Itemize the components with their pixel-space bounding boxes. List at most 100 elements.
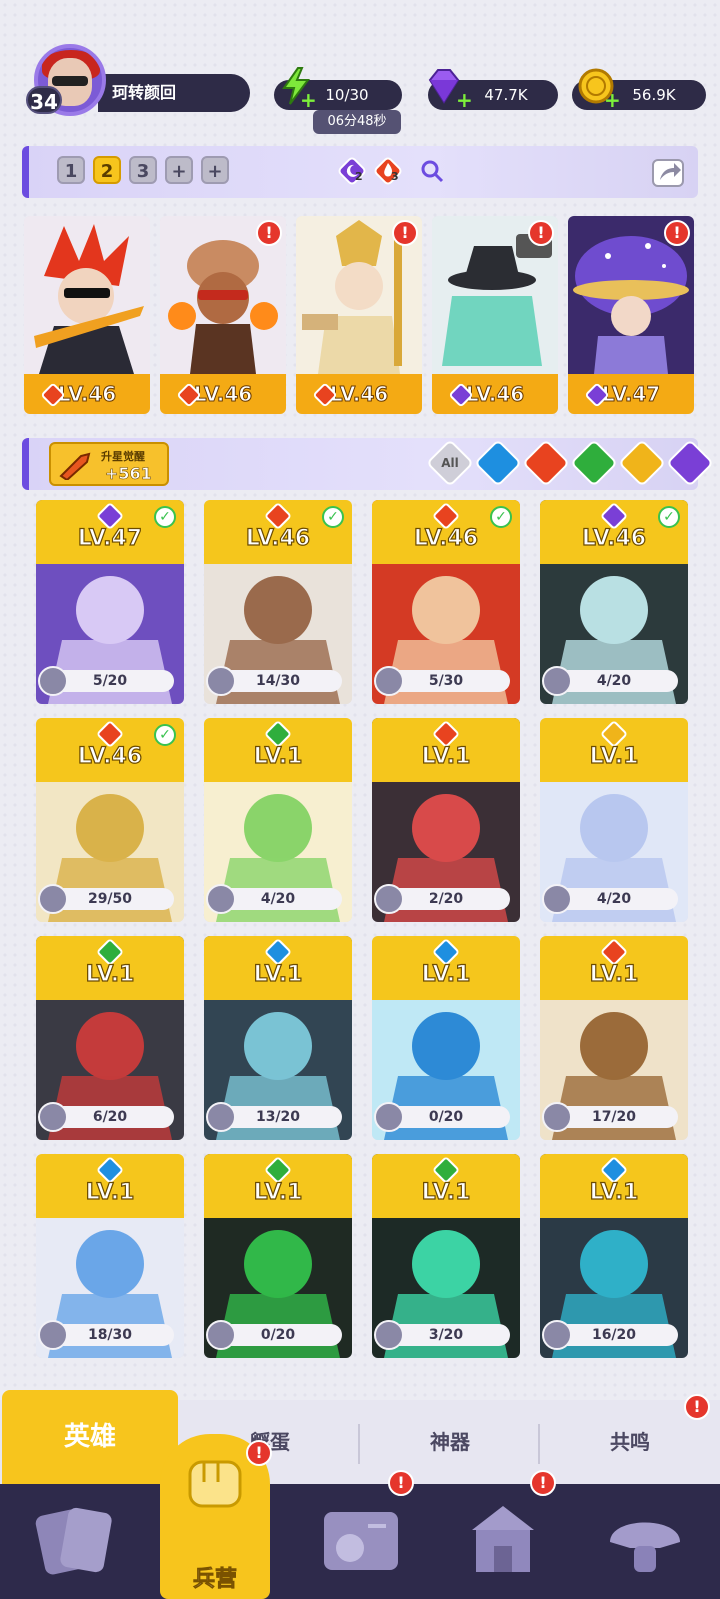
shard-icon <box>38 1102 68 1132</box>
hero-level: LV.1 <box>589 961 639 987</box>
shard-icon <box>206 666 236 696</box>
check-icon: ✓ <box>154 506 176 528</box>
mushroom-icon[interactable] <box>600 1496 690 1586</box>
hero-card[interactable]: LV.1 0/20 <box>372 936 520 1140</box>
team-slot-1[interactable]: 1 <box>57 156 85 184</box>
filter-light-icon[interactable] <box>617 438 667 488</box>
hero-card[interactable]: LV.46 5/30 ✓ <box>372 500 520 704</box>
hero-card[interactable]: LV.46 29/50 ✓ <box>36 718 184 922</box>
fist-icon <box>188 1460 242 1508</box>
team-hero-5[interactable]: ! LV.47 <box>568 216 694 414</box>
hero-card[interactable]: LV.47 5/20 ✓ <box>36 500 184 704</box>
share-icon[interactable] <box>650 154 686 190</box>
hero-level: LV.1 <box>253 1179 303 1205</box>
check-icon: ✓ <box>658 506 680 528</box>
shard-icon <box>206 884 236 914</box>
hero-level: LV.1 <box>421 743 471 769</box>
team-slot-add-2[interactable]: + <box>201 156 229 184</box>
hero-level: LV.46 <box>581 525 647 551</box>
hero-card[interactable]: LV.46 4/20 ✓ <box>540 500 688 704</box>
moon-count: 2 <box>355 170 363 183</box>
shard-icon <box>374 666 404 696</box>
nav-barracks[interactable]: 兵营 ! <box>160 1434 272 1599</box>
shard-icon <box>38 1320 68 1350</box>
filter-all[interactable]: All <box>425 438 475 488</box>
tab-bar: 英雄 孵蛋 神器 共鸣 ! <box>0 1390 720 1484</box>
hero-level: LV.1 <box>253 743 303 769</box>
hero-card[interactable]: LV.1 4/20 <box>204 718 352 922</box>
check-icon: ✓ <box>490 506 512 528</box>
add-gems-icon[interactable]: + <box>456 90 473 110</box>
hero-level: LV.46 <box>245 525 311 551</box>
filter-water-icon[interactable] <box>473 438 523 488</box>
energy-timer: 06分48秒 <box>313 110 401 134</box>
hero-level: LV.46 <box>465 382 525 407</box>
team-hero-3[interactable]: ! LV.46 <box>296 216 422 414</box>
hero-card[interactable]: LV.1 0/20 <box>204 1154 352 1358</box>
team-hero-4[interactable]: ! LV.46 <box>432 216 558 414</box>
coins-value: 56.9K <box>632 86 676 104</box>
hero-card[interactable]: LV.1 3/20 <box>372 1154 520 1358</box>
check-icon: ✓ <box>154 724 176 746</box>
cards-icon[interactable] <box>30 1496 120 1586</box>
shard-icon <box>206 1102 236 1132</box>
tab-heroes[interactable]: 英雄 <box>2 1390 178 1484</box>
shard-icon <box>374 1320 404 1350</box>
tab-artifact[interactable]: 神器 <box>362 1400 538 1484</box>
player-name: 珂转颜回 <box>98 74 250 112</box>
filter-fire-icon[interactable] <box>521 438 571 488</box>
team-hero-2[interactable]: ! LV.46 <box>160 216 286 414</box>
hero-level: LV.1 <box>253 961 303 987</box>
check-icon: ✓ <box>322 506 344 528</box>
alert-badge: ! <box>246 1440 272 1466</box>
shard-icon <box>38 666 68 696</box>
shard-icon <box>542 666 572 696</box>
alert-badge: ! <box>530 1470 556 1496</box>
shard-icon <box>38 884 68 914</box>
hero-card[interactable]: LV.1 4/20 <box>540 718 688 922</box>
hero-level: LV.46 <box>57 382 117 407</box>
hero-level: LV.47 <box>601 382 661 407</box>
hero-card[interactable]: LV.1 17/20 <box>540 936 688 1140</box>
team-slot-add-1[interactable]: + <box>165 156 193 184</box>
hero-card[interactable]: LV.46 14/30 ✓ <box>204 500 352 704</box>
hero-level: LV.1 <box>421 961 471 987</box>
hero-card[interactable]: LV.1 18/30 <box>36 1154 184 1358</box>
player-level: 34 <box>26 86 62 114</box>
hero-level: LV.1 <box>85 961 135 987</box>
shard-icon <box>206 1320 236 1350</box>
alert-badge: ! <box>528 220 554 246</box>
team-slot-2[interactable]: 2 <box>93 156 121 184</box>
team-hero-1[interactable]: LV.46 <box>24 216 150 414</box>
hero-level: LV.46 <box>329 382 389 407</box>
hero-card[interactable]: LV.1 2/20 <box>372 718 520 922</box>
search-icon[interactable] <box>417 156 447 186</box>
hero-level: LV.47 <box>77 525 143 551</box>
shard-icon <box>542 1320 572 1350</box>
star-awaken-button[interactable]: 升星觉醒 +561 <box>49 442 169 486</box>
filter-nature-icon[interactable] <box>569 438 619 488</box>
hero-card[interactable]: LV.1 6/20 <box>36 936 184 1140</box>
fire-count: 3 <box>391 170 399 183</box>
gems-value: 47.7K <box>484 86 528 104</box>
add-energy-icon[interactable]: + <box>300 90 317 110</box>
team-bar: 1 2 3 + + 2 3 <box>22 146 698 198</box>
shard-icon <box>374 884 404 914</box>
hero-card[interactable]: LV.1 16/20 <box>540 1154 688 1358</box>
nav-barracks-label: 兵营 <box>192 1567 238 1593</box>
shard-icon <box>542 884 572 914</box>
alert-badge: ! <box>388 1470 414 1496</box>
hero-portrait <box>24 216 150 374</box>
hero-level: LV.1 <box>85 1179 135 1205</box>
shard-icon <box>374 1102 404 1132</box>
temple-icon[interactable] <box>458 1496 548 1586</box>
team-slot-3[interactable]: 3 <box>129 156 157 184</box>
hero-card[interactable]: LV.1 13/20 <box>204 936 352 1140</box>
energy-value: 10/30 <box>325 86 369 104</box>
hero-level: LV.46 <box>193 382 253 407</box>
add-coins-icon[interactable]: + <box>604 90 621 110</box>
sword-icon <box>59 452 91 480</box>
map-icon[interactable] <box>316 1496 406 1586</box>
hero-level: LV.46 <box>77 743 143 769</box>
hero-level: LV.1 <box>589 1179 639 1205</box>
